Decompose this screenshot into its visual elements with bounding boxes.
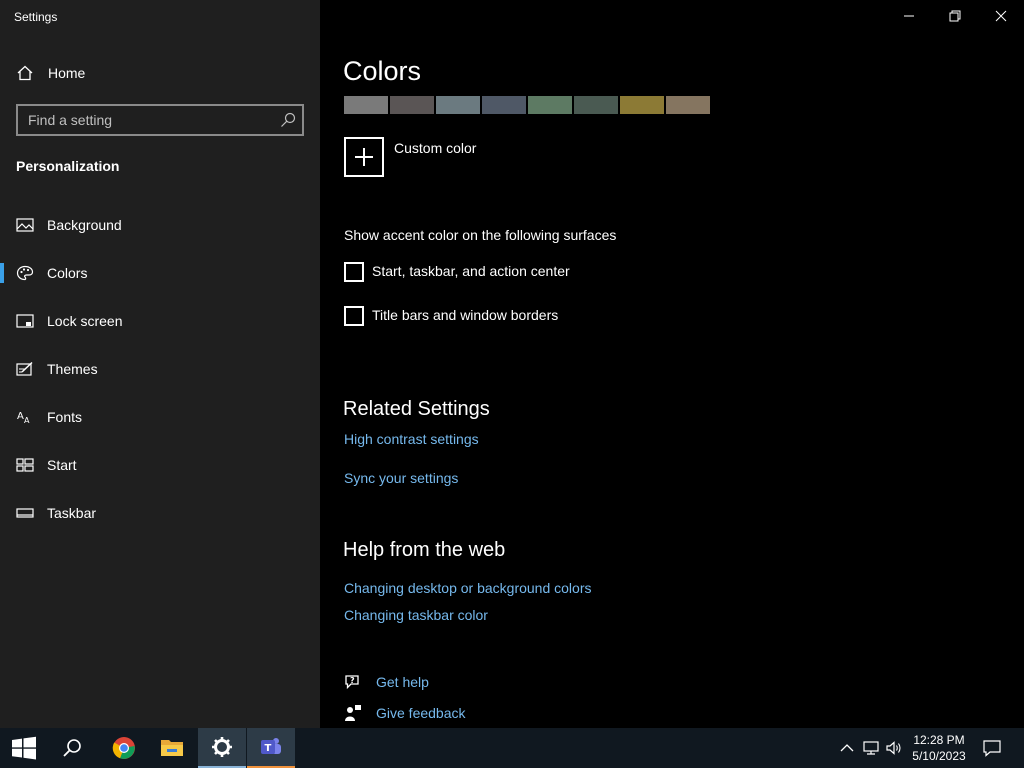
sidebar: Settings Home Personalization Background…	[0, 0, 320, 728]
desktop-colors-link[interactable]: Changing desktop or background colors	[344, 580, 592, 596]
sidebar-item-label: Themes	[47, 361, 98, 377]
volume-icon[interactable]	[885, 739, 903, 757]
search-input[interactable]	[18, 106, 274, 134]
color-swatch-3[interactable]	[436, 96, 480, 114]
sidebar-item-label: Lock screen	[47, 313, 123, 329]
close-button[interactable]	[978, 0, 1024, 32]
active-indicator	[0, 263, 4, 283]
taskbar-file-explorer[interactable]	[148, 728, 196, 768]
restore-button[interactable]	[932, 0, 978, 32]
sidebar-item-colors[interactable]: Colors	[0, 253, 320, 293]
svg-text:A: A	[24, 416, 30, 425]
color-swatch-4[interactable]	[482, 96, 526, 114]
get-help-icon: ?	[345, 675, 359, 690]
sidebar-item-fonts[interactable]: A A Fonts	[0, 397, 320, 437]
start-button[interactable]	[0, 728, 48, 768]
clock-time: 12:28 PM	[913, 733, 965, 747]
chrome-icon	[112, 737, 135, 759]
clock-date: 5/10/2023	[912, 749, 966, 763]
taskbar: T 12:28 PM 5/10/2023	[0, 728, 1024, 768]
taskbar-teams[interactable]: T	[247, 728, 295, 768]
checkbox[interactable]	[344, 262, 364, 282]
color-swatch-8[interactable]	[666, 96, 710, 114]
help-heading: Help from the web	[343, 539, 506, 561]
action-center-icon[interactable]	[982, 738, 1002, 758]
palette-icon	[16, 265, 34, 281]
color-swatch-1[interactable]	[344, 96, 388, 114]
color-swatch-6[interactable]	[574, 96, 618, 114]
color-swatch-2[interactable]	[390, 96, 434, 114]
color-swatch-7[interactable]	[620, 96, 664, 114]
taskbar-search-button[interactable]	[48, 728, 96, 768]
sidebar-item-label: Fonts	[47, 409, 83, 425]
taskbar-icon	[16, 508, 34, 518]
color-swatches	[344, 96, 710, 114]
restore-icon	[949, 10, 961, 22]
give-feedback-label: Give feedback	[376, 705, 466, 721]
svg-text:T: T	[265, 743, 272, 754]
network-icon[interactable]	[862, 739, 880, 757]
image-icon	[16, 218, 34, 232]
color-swatch-5[interactable]	[528, 96, 572, 114]
start-icon	[16, 458, 34, 472]
app-title: Settings	[14, 10, 58, 24]
clock[interactable]: 12:28 PM 5/10/2023	[908, 732, 970, 764]
high-contrast-link[interactable]: High contrast settings	[344, 431, 479, 447]
surfaces-label: Show accent color on the following surfa…	[344, 227, 617, 243]
taskbar-color-link[interactable]: Changing taskbar color	[344, 607, 488, 623]
checkbox-label: Start, taskbar, and action center	[372, 263, 570, 279]
custom-color-button[interactable]	[344, 137, 384, 177]
svg-text:A: A	[17, 411, 24, 422]
sidebar-item-lock-screen[interactable]: Lock screen	[0, 301, 320, 341]
minimize-icon	[904, 15, 914, 17]
sidebar-item-start[interactable]: Start	[0, 445, 320, 485]
sync-settings-link[interactable]: Sync your settings	[344, 470, 458, 486]
checkbox-label: Title bars and window borders	[372, 307, 559, 323]
search-box[interactable]	[16, 104, 304, 136]
teams-icon: T	[261, 738, 281, 754]
section-title: Personalization	[16, 158, 120, 174]
svg-text:?: ?	[350, 676, 355, 685]
sidebar-item-taskbar[interactable]: Taskbar	[0, 493, 320, 533]
search-icon	[63, 739, 81, 757]
sidebar-item-background[interactable]: Background	[0, 205, 320, 245]
sidebar-item-label: Background	[47, 217, 122, 233]
sidebar-home-label: Home	[48, 65, 86, 81]
sidebar-home[interactable]: Home	[0, 58, 320, 88]
sidebar-item-label: Start	[47, 457, 77, 473]
lock-screen-icon	[16, 314, 34, 328]
sidebar-item-themes[interactable]: Themes	[0, 349, 320, 389]
taskbar-settings[interactable]	[198, 728, 246, 768]
minimize-button[interactable]	[886, 0, 932, 32]
chevron-up-icon[interactable]	[838, 739, 856, 757]
file-explorer-icon	[161, 740, 183, 756]
sidebar-item-label: Colors	[47, 265, 88, 281]
taskbar-chrome[interactable]	[100, 728, 148, 768]
custom-color-label: Custom color	[394, 140, 477, 156]
home-icon	[17, 65, 33, 81]
fonts-icon: A A	[17, 411, 30, 425]
checkbox[interactable]	[344, 306, 364, 326]
get-help-label: Get help	[376, 674, 429, 690]
windows-start-icon	[12, 736, 36, 760]
feedback-icon	[345, 705, 361, 721]
search-icon[interactable]	[280, 112, 296, 128]
sidebar-item-label: Taskbar	[47, 505, 97, 521]
page-title: Colors	[343, 56, 422, 86]
close-icon	[995, 10, 1007, 22]
settings-gear-icon	[212, 737, 232, 757]
related-settings-heading: Related Settings	[343, 398, 490, 420]
themes-icon	[16, 361, 33, 376]
